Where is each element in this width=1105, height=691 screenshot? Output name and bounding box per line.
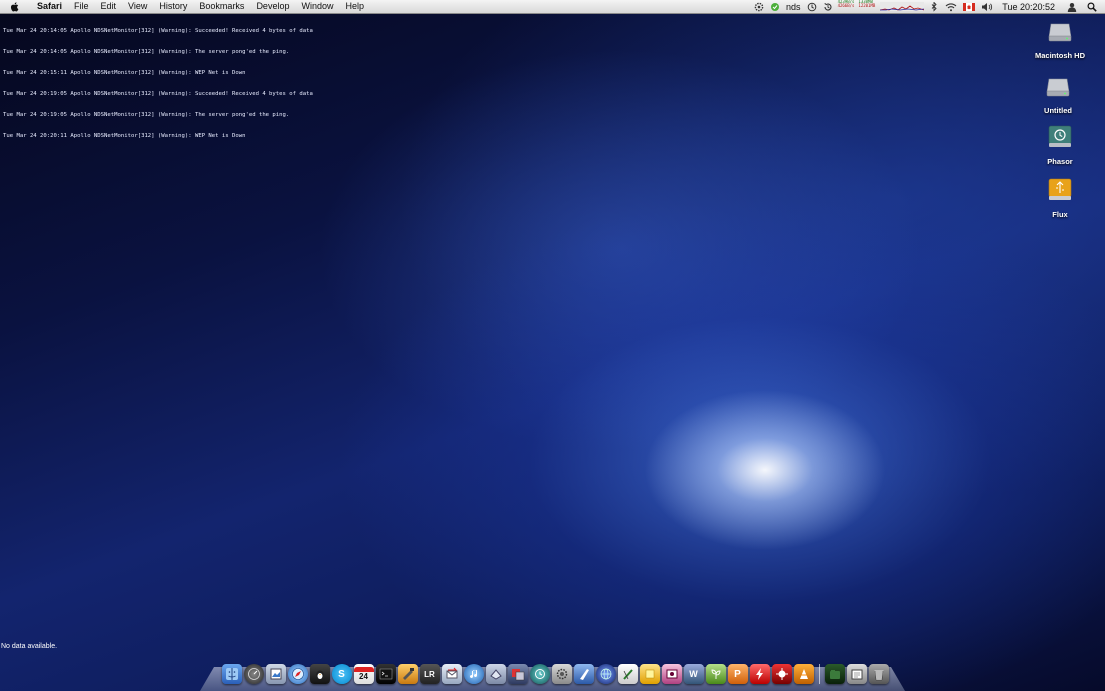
menu-help[interactable]: Help <box>339 0 370 13</box>
desktop-icon-label: Flux <box>1052 210 1068 219</box>
utility-app-icon[interactable] <box>485 664 506 684</box>
menu-bar: Safari File Edit View History Bookmarks … <box>0 0 1105 14</box>
mail-icon[interactable] <box>441 664 462 684</box>
net-down-rate: 4266B/s <box>837 3 855 8</box>
adium-icon[interactable] <box>309 664 330 684</box>
menu-history[interactable]: History <box>153 0 193 13</box>
xcode-icon[interactable] <box>397 664 418 684</box>
word-processor-icon[interactable]: W <box>683 664 704 684</box>
console-log-line: Tue Mar 24 20:14:05 Apollo NDSNetMonitor… <box>3 49 290 55</box>
interface-builder-icon[interactable] <box>573 664 594 684</box>
volume-icon[interactable] <box>978 0 996 13</box>
safari-icon[interactable] <box>287 664 308 684</box>
desktop-icon-label: Phasor <box>1047 157 1073 166</box>
desktop-icon-macintosh-hd[interactable]: Macintosh HD <box>1030 18 1090 60</box>
dock: S 24 LR W P <box>210 662 900 684</box>
green-status-icon[interactable] <box>767 0 783 13</box>
time-machine-app-icon[interactable] <box>529 664 550 684</box>
network-monitor[interactable]: 4239B/s 4266B/s <box>836 0 857 13</box>
script-editor-icon[interactable] <box>617 664 638 684</box>
net-down-total: 12201MB <box>858 3 876 8</box>
cpu-graph-icon[interactable] <box>877 0 927 13</box>
downloads-stack-icon[interactable] <box>846 664 867 684</box>
console-log-line: Tue Mar 24 20:19:05 Apollo NDSNetMonitor… <box>3 112 290 118</box>
console-log-line: Tue Mar 24 20:20:11 Apollo NDSNetMonitor… <box>3 133 246 139</box>
usb-drive-icon <box>1048 178 1072 200</box>
parallels-icon[interactable] <box>507 664 528 684</box>
menu-clock[interactable]: Tue 20:20:52 <box>996 2 1061 12</box>
skype-letter: S <box>338 668 345 680</box>
preview-icon[interactable] <box>265 664 286 684</box>
menu-bookmarks[interactable]: Bookmarks <box>193 0 250 13</box>
console-log-line: Tue Mar 24 20:14:05 Apollo NDSNetMonitor… <box>3 28 313 34</box>
menu-develop[interactable]: Develop <box>250 0 295 13</box>
time-machine-icon[interactable] <box>820 0 836 13</box>
dock-separator <box>818 664 820 684</box>
desktop-icon-flux[interactable]: Flux <box>1030 177 1090 219</box>
console-log-line: Tue Mar 24 20:15:11 Apollo NDSNetMonitor… <box>3 70 246 76</box>
virus-scanner-icon[interactable] <box>771 664 792 684</box>
canada-flag-icon[interactable] <box>960 0 978 13</box>
plant-app-icon[interactable] <box>705 664 726 684</box>
ical-icon[interactable]: 24 <box>353 664 374 684</box>
menu-view[interactable]: View <box>122 0 153 13</box>
bluetooth-icon[interactable] <box>927 0 942 13</box>
system-preferences-icon[interactable] <box>551 664 572 684</box>
network-totals[interactable]: 1338MB 12201MB <box>856 0 877 13</box>
photo-booth-icon[interactable] <box>661 664 682 684</box>
trash-icon[interactable] <box>868 664 889 684</box>
itunes-icon[interactable] <box>463 664 484 684</box>
spotlight-search-icon[interactable] <box>1083 0 1105 13</box>
desktop-icon-label: Untitled <box>1044 106 1072 115</box>
presentation-app-icon[interactable]: P <box>727 664 748 684</box>
terminal-icon[interactable] <box>375 664 396 684</box>
menu-edit[interactable]: Edit <box>95 0 123 13</box>
stickies-icon[interactable] <box>639 664 660 684</box>
user-icon[interactable] <box>1061 0 1083 13</box>
gear-status-icon[interactable] <box>751 0 767 13</box>
apple-menu-icon[interactable] <box>9 1 21 13</box>
desktop-icon-phasor[interactable]: Phasor <box>1030 124 1090 166</box>
menu-window[interactable]: Window <box>295 0 339 13</box>
ical-day: 24 <box>359 672 368 681</box>
sync-status-icon[interactable] <box>804 0 820 13</box>
lightroom-label: LR <box>424 669 435 679</box>
no-data-text: No data available. <box>1 643 58 650</box>
menu-file[interactable]: File <box>68 0 95 13</box>
wifi-icon[interactable] <box>942 0 960 13</box>
time-machine-drive-icon <box>1048 125 1072 147</box>
skype-icon[interactable]: S <box>331 664 352 684</box>
hard-drive-icon <box>1048 23 1072 42</box>
finder-icon[interactable] <box>221 664 242 684</box>
dashboard-icon[interactable] <box>243 664 264 684</box>
desktop-icon-label: Macintosh HD <box>1034 51 1085 60</box>
nds-status-text[interactable]: nds <box>783 0 804 13</box>
console-log-line: Tue Mar 24 20:19:05 Apollo NDSNetMonitor… <box>3 91 313 97</box>
lightroom-icon[interactable]: LR <box>419 664 440 684</box>
desktop-icon-untitled[interactable]: Untitled <box>1028 73 1088 115</box>
menu-app-name[interactable]: Safari <box>31 0 68 13</box>
flash-app-icon[interactable] <box>749 664 770 684</box>
network-globe-icon[interactable] <box>595 664 616 684</box>
vlc-icon[interactable] <box>793 664 814 684</box>
console-log: Tue Mar 24 20:14:05 Apollo NDSNetMonitor… <box>3 14 423 147</box>
stack-folder-icon[interactable] <box>824 664 845 684</box>
hard-drive-icon <box>1046 78 1070 97</box>
